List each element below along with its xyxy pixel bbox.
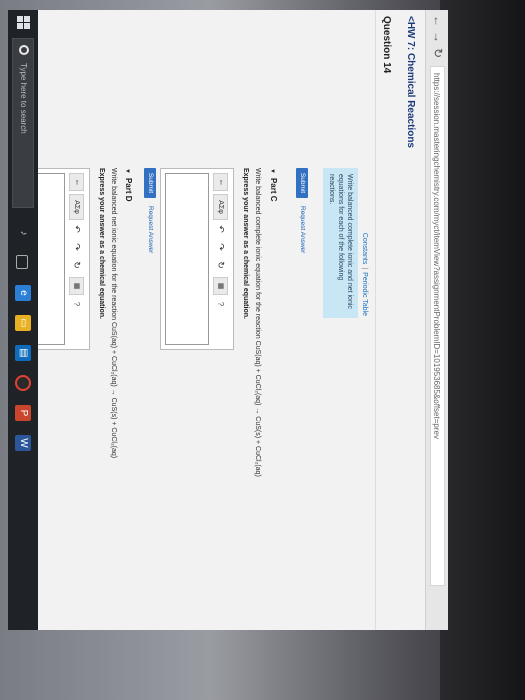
submit-button-previous[interactable]: Submit (296, 168, 308, 198)
windows-taskbar: Type here to search ♪ e ▭ ▤ P W (8, 10, 38, 630)
help-icon[interactable]: ? (214, 298, 227, 310)
part-c-express: Express your answer as a chemical equati… (242, 168, 249, 319)
collapse-triangle-icon: ▼ (269, 168, 275, 174)
keyboard-icon[interactable]: ▦ (68, 277, 84, 295)
chrome-icon[interactable] (15, 375, 31, 391)
greek-symbols-button[interactable]: ΑΣφ (68, 194, 84, 220)
back-arrow-icon[interactable]: ← (431, 14, 445, 28)
collapse-triangle-icon: ▼ (124, 168, 130, 174)
template-icon[interactable]: ▫▫ (212, 173, 228, 191)
word-icon[interactable]: W (15, 435, 31, 451)
browser-toolbar: ← → ↻ https://session.masteringchemistry… (425, 10, 448, 630)
task-view-icon[interactable] (16, 255, 28, 269)
equation-toolbar: ▫▫ ΑΣφ ↶ ↷ ↻ ▦? (212, 173, 229, 316)
request-answer-link-previous[interactable]: Request Answer (299, 206, 306, 253)
search-placeholder: Type here to search (19, 63, 28, 134)
powerpoint-icon[interactable]: P (15, 405, 31, 421)
undo-icon[interactable]: ↶ (70, 223, 83, 235)
help-icon[interactable]: ? (70, 298, 83, 310)
reload-icon[interactable]: ↻ (431, 46, 445, 60)
redo-icon[interactable]: ↷ (214, 241, 227, 253)
part-d-prompt: Write balanced net ionic equation for th… (110, 168, 117, 459)
header-divider (375, 10, 376, 630)
microphone-icon[interactable]: ♪ (15, 225, 31, 241)
part-c-equation-input[interactable] (165, 173, 209, 345)
panel-links: Constants | Periodic Table (361, 168, 368, 316)
edge-browser-icon[interactable]: e (15, 285, 31, 301)
periodic-table-link[interactable]: Periodic Table (361, 272, 368, 316)
redo-icon[interactable]: ↷ (70, 241, 83, 253)
file-explorer-icon[interactable]: ▭ (15, 315, 31, 331)
assignment-title-link[interactable]: <HW 7: Chemical Reactions (405, 16, 416, 148)
part-c-prompt: Write balanced complete ionic equation f… (254, 168, 261, 477)
constants-panel: Constants | Periodic Table Write balanced … (320, 168, 368, 318)
forward-arrow-icon[interactable]: → (431, 30, 445, 44)
part-c-label: Part C (269, 177, 278, 202)
taskbar-search[interactable]: Type here to search (12, 38, 34, 208)
keyboard-icon[interactable]: ▦ (212, 277, 228, 295)
instructions-box: Write balanced complete ionic and net io… (323, 168, 358, 318)
cortana-circle-icon (19, 45, 29, 55)
part-c-answer-area: ▫▫ ΑΣφ ↶ ↷ ↻ ▦? (160, 168, 234, 350)
link-separator: | (361, 267, 368, 270)
reset-icon[interactable]: ↻ (214, 259, 227, 271)
reset-icon[interactable]: ↻ (70, 259, 83, 271)
part-d-express: Express your answer as a chemical equati… (98, 168, 105, 319)
greek-symbols-button[interactable]: ΑΣφ (212, 194, 228, 220)
part-d-label: Part D (124, 177, 133, 202)
address-bar[interactable]: https://session.masteringchemistry.com/m… (430, 66, 445, 586)
equation-toolbar: ▫▫ ΑΣφ ↶ ↷ ↻ ▦? (68, 173, 85, 316)
store-icon[interactable]: ▤ (15, 345, 31, 361)
undo-icon[interactable]: ↶ (214, 223, 227, 235)
question-title: Question 14 (381, 16, 392, 74)
template-icon[interactable]: ▫▫ (68, 173, 84, 191)
laptop-screen: ← → ↻ https://session.masteringchemistry… (8, 10, 448, 630)
windows-start-icon[interactable] (16, 16, 30, 30)
part-c-header[interactable]: ▼ Part C (269, 168, 278, 202)
part-d-header[interactable]: ▼ Part D (124, 168, 133, 202)
laptop-bezel (440, 0, 525, 700)
photo-background: ← → ↻ https://session.masteringchemistry… (0, 0, 525, 700)
part-c-request-answer-link[interactable]: Request Answer (147, 206, 154, 253)
part-c-submit-button[interactable]: Submit (144, 168, 156, 198)
constants-link[interactable]: Constants (361, 233, 368, 265)
